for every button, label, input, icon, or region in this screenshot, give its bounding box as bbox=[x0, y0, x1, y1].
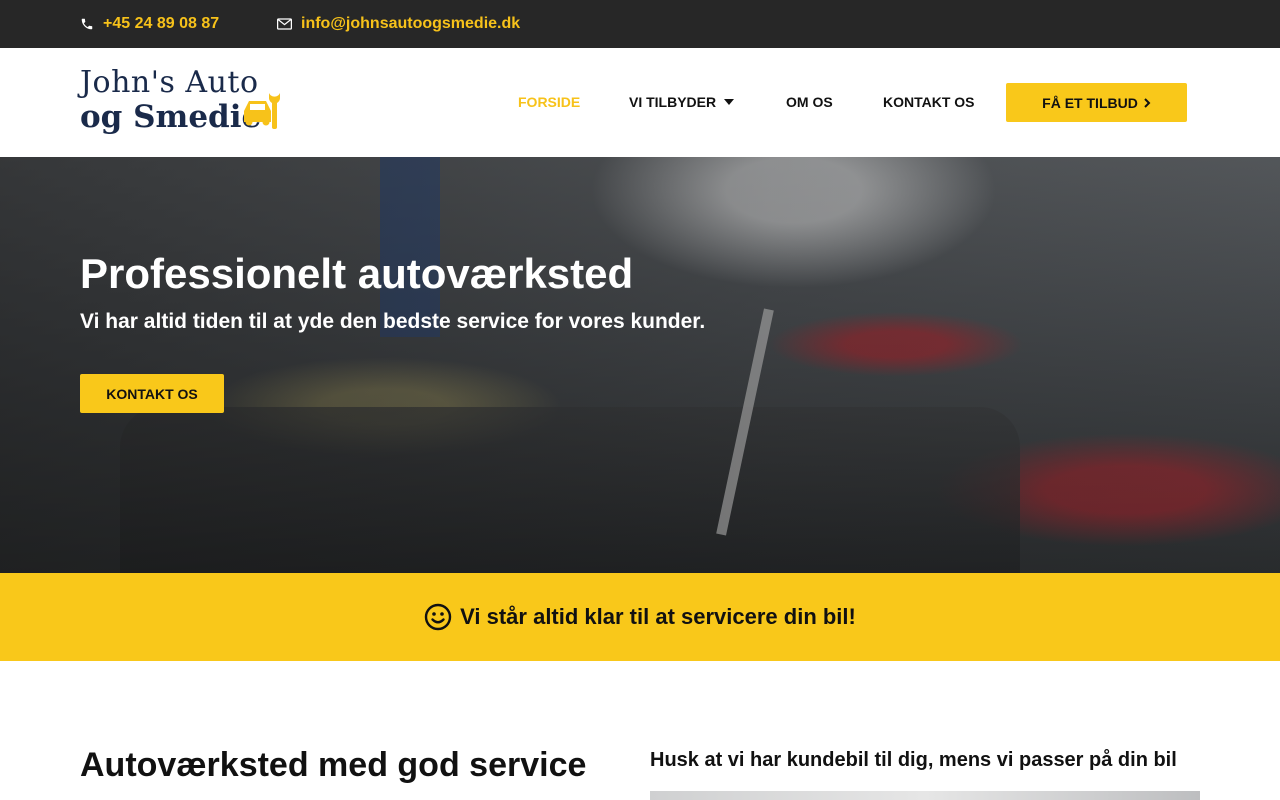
hero-section: Professionelt autoværksted Vi har altid … bbox=[0, 157, 1280, 573]
envelope-icon bbox=[277, 18, 292, 30]
email-link[interactable]: info@johnsautoogsmedie.dk bbox=[277, 0, 520, 48]
phone-link[interactable]: +45 24 89 08 87 bbox=[80, 0, 219, 48]
nav-item-vi-tilbyder[interactable]: VI TILBYDER bbox=[629, 94, 735, 110]
smiley-icon bbox=[424, 603, 452, 631]
logo-line-1: John's Auto bbox=[80, 65, 259, 100]
hero-subtitle: Vi har altid tiden til at yde den bedste… bbox=[80, 310, 706, 333]
car-wrench-logo-icon bbox=[244, 93, 280, 129]
service-banner-text: Vi står altid klar til at servicere din … bbox=[460, 604, 856, 629]
hero-overlay bbox=[0, 157, 1280, 573]
nav-item-kontakt-os[interactable]: KONTAKT OS bbox=[883, 94, 975, 110]
courtesy-car-heading: Husk at vi har kundebil til dig, mens vi… bbox=[650, 749, 1177, 771]
logo-line-2: og Smedie bbox=[80, 99, 262, 135]
top-contact-bar: +45 24 89 08 87 info@johnsautoogsmedie.d… bbox=[0, 0, 1280, 48]
site-header: John's Auto og Smedie FORSIDE VI TILBYDE… bbox=[0, 48, 1280, 157]
phone-icon bbox=[81, 18, 93, 30]
phone-number: +45 24 89 08 87 bbox=[103, 15, 220, 32]
site-logo[interactable]: John's Auto og Smedie bbox=[80, 65, 290, 141]
email-address: info@johnsautoogsmedie.dk bbox=[301, 15, 521, 32]
chevron-right-icon bbox=[1144, 97, 1151, 108]
caret-down-icon bbox=[724, 99, 735, 105]
service-banner: Vi står altid klar til at servicere din … bbox=[0, 573, 1280, 661]
nav-item-om-os[interactable]: OM OS bbox=[786, 94, 833, 110]
get-quote-label: FÅ ET TILBUD bbox=[1042, 94, 1138, 111]
hero-contact-button[interactable]: KONTAKT OS bbox=[80, 374, 224, 413]
hero-title: Professionelt autoværksted bbox=[80, 250, 634, 297]
get-quote-button[interactable]: FÅ ET TILBUD bbox=[1006, 83, 1187, 122]
section-heading: Autoværksted med god service bbox=[80, 746, 587, 784]
courtesy-car-image bbox=[650, 791, 1200, 800]
nav-item-forside[interactable]: FORSIDE bbox=[518, 94, 580, 110]
